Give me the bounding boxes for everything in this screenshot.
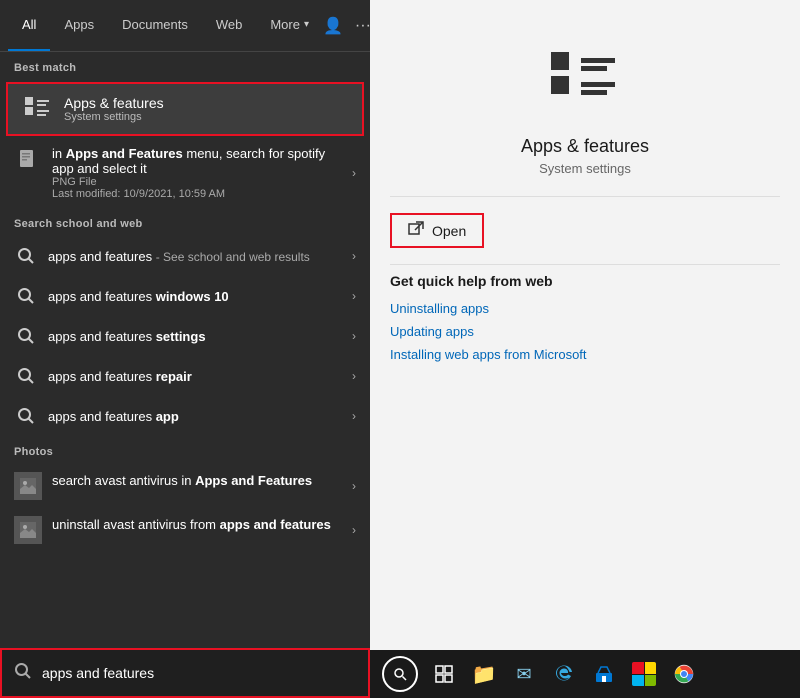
photo-thumbnail-2 [14, 516, 42, 544]
app-name-large: Apps & features [521, 136, 649, 157]
web-item-3[interactable]: apps and features settings › [0, 316, 370, 356]
more-icon[interactable]: ··· [355, 17, 371, 35]
search-web-icon-5 [14, 404, 38, 428]
best-match-subtitle: System settings [64, 111, 164, 123]
web-item-5-text: apps and features app [48, 409, 352, 424]
best-match-title: Apps & features [64, 95, 164, 111]
web-item-1-text: apps and features - See school and web r… [48, 249, 352, 264]
search-school-label: Search school and web [0, 208, 370, 236]
search-input-icon [14, 662, 32, 685]
taskbar-edge-icon[interactable] [546, 656, 582, 692]
web-arrow-icon-1: › [352, 249, 356, 263]
web-item-5[interactable]: apps and features app › [0, 396, 370, 436]
taskbar-taskview-icon[interactable] [426, 656, 462, 692]
quick-help-title: Get quick help from web [390, 273, 780, 289]
taskbar-explorer-icon[interactable]: 📁 [466, 656, 502, 692]
open-label: Open [432, 223, 466, 239]
content-area: Best match Apps & features System settin… [0, 52, 370, 646]
web-item-4-text: apps and features repair [48, 369, 352, 384]
taskbar: 📁 ✉ [370, 650, 800, 698]
web-arrow-icon-3: › [352, 329, 356, 343]
quick-help-area: Get quick help from web Uninstalling app… [370, 265, 800, 378]
open-icon [408, 221, 424, 240]
search-web-icon-4 [14, 364, 38, 388]
photo-item-2[interactable]: uninstall avast antivirus from apps and … [0, 508, 370, 552]
tab-all[interactable]: All [8, 0, 50, 51]
web-arrow-icon-2: › [352, 289, 356, 303]
photo-item-1[interactable]: search avast antivirus in Apps and Featu… [0, 464, 370, 508]
web-item-2[interactable]: apps and features windows 10 › [0, 276, 370, 316]
apps-features-icon [22, 94, 52, 124]
best-match-item[interactable]: Apps & features System settings [6, 82, 364, 136]
web-arrow-icon-5: › [352, 409, 356, 423]
file-type: PNG File [52, 176, 348, 188]
taskbar-store-icon[interactable] [586, 656, 622, 692]
best-match-text: Apps & features System settings [64, 95, 164, 123]
photo-arrow-1: › [352, 479, 356, 493]
search-panel: All Apps Documents Web More ▾ 👤 ··· Best… [0, 0, 370, 698]
app-detail-header: Apps & features System settings [370, 0, 800, 196]
right-panel: Apps & features System settings Open Get… [370, 0, 800, 698]
file-text: in Apps and Features menu, search for sp… [52, 146, 348, 200]
open-button-area: Open [370, 197, 800, 264]
search-web-icon-2 [14, 284, 38, 308]
file-modified: Last modified: 10/9/2021, 10:59 AM [52, 188, 348, 200]
tab-bar-actions: 👤 ··· [323, 16, 371, 36]
taskbar-mail-icon[interactable]: ✉ [506, 656, 542, 692]
web-item-4[interactable]: apps and features repair › [0, 356, 370, 396]
search-input-bar [0, 648, 370, 698]
tab-documents[interactable]: Documents [108, 0, 202, 51]
chevron-down-icon: ▾ [304, 19, 309, 30]
app-subtitle-large: System settings [539, 161, 631, 176]
file-icon [14, 146, 42, 174]
search-input[interactable] [42, 665, 356, 681]
tab-apps[interactable]: Apps [50, 0, 108, 51]
file-title: in Apps and Features menu, search for sp… [52, 146, 348, 176]
search-web-icon-3 [14, 324, 38, 348]
web-item-3-text: apps and features settings [48, 329, 352, 344]
web-arrow-icon-4: › [352, 369, 356, 383]
web-item-2-text: apps and features windows 10 [48, 289, 352, 304]
photos-section-label: Photos [0, 436, 370, 464]
person-icon[interactable]: 👤 [323, 16, 343, 36]
taskbar-search-button[interactable] [382, 656, 418, 692]
photo-item-1-text: search avast antivirus in Apps and Featu… [52, 472, 348, 490]
open-button[interactable]: Open [390, 213, 484, 248]
app-large-icon [545, 40, 625, 120]
tab-bar: All Apps Documents Web More ▾ 👤 ··· [0, 0, 370, 52]
photo-arrow-2: › [352, 523, 356, 537]
file-arrow-icon: › [352, 166, 356, 180]
taskbar-game-icon[interactable] [626, 656, 662, 692]
web-item-1[interactable]: apps and features - See school and web r… [0, 236, 370, 276]
tab-web[interactable]: Web [202, 0, 257, 51]
quick-help-link-3[interactable]: Installing web apps from Microsoft [390, 347, 780, 362]
photo-item-2-text: uninstall avast antivirus from apps and … [52, 516, 348, 534]
quick-help-link-2[interactable]: Updating apps [390, 324, 780, 339]
quick-help-link-1[interactable]: Uninstalling apps [390, 301, 780, 316]
photo-thumbnail-1 [14, 472, 42, 500]
tab-more[interactable]: More ▾ [256, 0, 323, 51]
file-result-item[interactable]: in Apps and Features menu, search for sp… [0, 138, 370, 208]
best-match-label: Best match [0, 52, 370, 80]
search-web-icon [14, 244, 38, 268]
taskbar-chrome-icon[interactable] [666, 656, 702, 692]
